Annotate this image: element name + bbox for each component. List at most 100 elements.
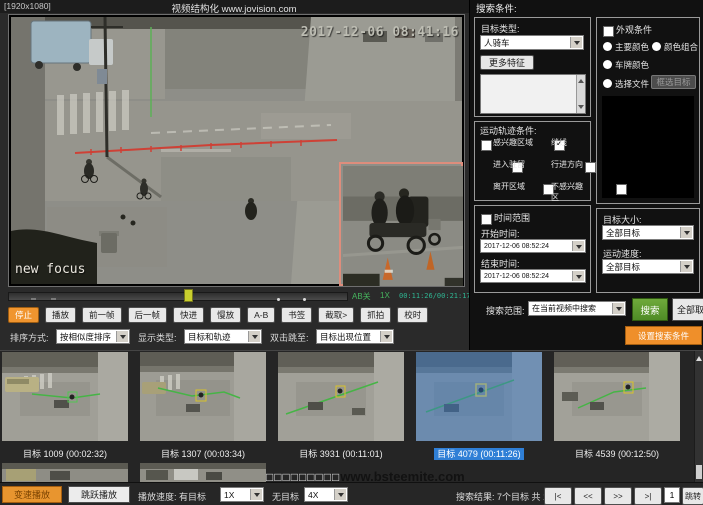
- jump-page-button[interactable]: 跳转: [682, 487, 703, 505]
- more-features-button[interactable]: 更多特征: [480, 55, 534, 70]
- pick-target-button[interactable]: 框选目标: [651, 75, 696, 89]
- color-combo-radio[interactable]: [652, 42, 661, 51]
- target-type-select[interactable]: 人骑车: [480, 35, 584, 50]
- camera-name-osd: new focus: [15, 262, 85, 277]
- direction-checkbox[interactable]: [585, 162, 596, 173]
- results-scrollbar[interactable]: [694, 351, 703, 483]
- bookmark-dot: [303, 298, 306, 301]
- stop-button[interactable]: 停止: [8, 307, 39, 323]
- bookmark-dot: [277, 298, 280, 301]
- search-button[interactable]: 搜索: [632, 298, 668, 321]
- result-thumbnail-5[interactable]: [554, 352, 680, 441]
- time-sync-button[interactable]: 校时: [397, 307, 428, 323]
- progress-slider-handle[interactable]: [184, 289, 193, 302]
- video-player[interactable]: 2017-12-06 08:41:16 new focus: [8, 14, 465, 287]
- appearance-label: 外观条件: [616, 23, 652, 36]
- play-speed-label: 播放速度: 有目标: [138, 490, 206, 503]
- progress-track[interactable]: [8, 292, 348, 301]
- window-title: 视频结构化 www.jovision.com: [0, 1, 468, 15]
- result-thumbnail-3[interactable]: [278, 352, 404, 441]
- listbox-scrollbar[interactable]: [576, 75, 585, 113]
- playback-speed-status: 1X: [380, 291, 390, 300]
- double-click-jump-select[interactable]: 目标出现位置: [316, 329, 394, 344]
- display-options-row: 排序方式: 按相似度排序 显示类型: 目标和轨迹 双击跳至: 目标出现位置: [8, 328, 465, 346]
- choose-file-radio[interactable]: [603, 79, 612, 88]
- thumbnail-scene: [140, 352, 266, 441]
- thumbnail-scene: [554, 352, 680, 441]
- target-type-label: 目标类型:: [481, 22, 520, 35]
- end-time-select[interactable]: 2017-12-06 08:52:24: [480, 269, 586, 283]
- player-toolbar: 停止 播放 前一帧 后一帧 快进 慢放 A-B 书签 截取> 抓拍 校时: [8, 305, 465, 325]
- result-label-wrap: 目标 4079 (00:11:26): [416, 444, 542, 462]
- choose-file-label: 选择文件: [615, 78, 649, 90]
- scroll-up-icon[interactable]: [696, 353, 702, 361]
- ab-repeat-button[interactable]: A-B: [247, 307, 275, 323]
- result-thumbnail-4[interactable]: [416, 352, 542, 441]
- display-type-label: 显示类型:: [138, 331, 177, 344]
- main-color-label: 主要颜色: [615, 41, 649, 53]
- first-page-button[interactable]: |<: [544, 487, 572, 505]
- prev-frame-button[interactable]: 前一帧: [82, 307, 122, 323]
- result-thumbnail-6[interactable]: [2, 463, 128, 483]
- result-label-5[interactable]: 目标 4539 (00:12:50): [572, 448, 662, 460]
- chevron-down-icon: [250, 489, 262, 500]
- skip-play-button[interactable]: 跳跃播放: [68, 486, 130, 503]
- time-range-checkbox[interactable]: [481, 214, 492, 225]
- result-label-wrap: 目标 3931 (00:11:01): [278, 444, 404, 462]
- result-label-wrap: 目标 1307 (00:03:34): [140, 444, 266, 462]
- appearance-group: 外观条件 主要颜色 颜色组合 车牌颜色 选择文件 框选目标: [596, 17, 700, 204]
- result-thumbnail-7[interactable]: [140, 463, 266, 483]
- inset-scene: [343, 166, 463, 286]
- progress-tick: [51, 298, 56, 300]
- chevron-down-icon: [570, 37, 582, 48]
- start-time-select[interactable]: 2017-12-06 08:52:24: [480, 239, 586, 253]
- result-thumbnail-1[interactable]: [2, 352, 128, 441]
- selection-overlay: [416, 352, 542, 441]
- next-frame-button[interactable]: 后一帧: [128, 307, 168, 323]
- set-search-conditions-button[interactable]: 设置搜索条件: [625, 326, 702, 345]
- capture-button[interactable]: 截取>: [318, 307, 354, 323]
- search-conditions-header: 搜索条件:: [476, 1, 517, 15]
- last-page-button[interactable]: >|: [634, 487, 662, 505]
- result-label-2[interactable]: 目标 1307 (00:03:34): [158, 448, 248, 460]
- sort-mode-select[interactable]: 按相似度排序: [56, 329, 130, 344]
- cancel-all-button[interactable]: 全部取消: [672, 298, 703, 321]
- time-range-group: 时间范围 开始时间: 2017-12-06 08:52:24 结束时间: 201…: [474, 205, 591, 293]
- no-target-speed-select[interactable]: 4X: [304, 487, 348, 502]
- target-size-select[interactable]: 全部目标: [602, 225, 694, 240]
- page-number-input[interactable]: [664, 487, 680, 503]
- motion-speed-select[interactable]: 全部目标: [602, 259, 694, 274]
- target-type-group: 目标类型: 人骑车 更多特征: [474, 17, 591, 117]
- bookmark-button[interactable]: 书签: [281, 307, 312, 323]
- display-type-select[interactable]: 目标和轨迹: [184, 329, 262, 344]
- play-button[interactable]: 播放: [45, 307, 76, 323]
- variable-speed-button[interactable]: 变速播放: [2, 486, 62, 503]
- chevron-down-icon: [680, 261, 692, 272]
- prev-page-button[interactable]: <<: [574, 487, 602, 505]
- search-scope-select[interactable]: 在当前视频中搜索: [528, 301, 626, 316]
- fast-forward-button[interactable]: 快进: [173, 307, 204, 323]
- tripwire-label: 绊线: [551, 137, 567, 148]
- roi-checkbox[interactable]: [481, 140, 492, 151]
- with-target-speed-select[interactable]: 1X: [220, 487, 264, 502]
- snapshot-button[interactable]: 抓拍: [360, 307, 391, 323]
- result-label-1[interactable]: 目标 1009 (00:02:32): [20, 448, 110, 460]
- non-roi-checkbox[interactable]: [616, 184, 627, 195]
- plate-color-radio[interactable]: [603, 60, 612, 69]
- result-thumbnail-2[interactable]: [140, 352, 266, 441]
- color-preview-area: [602, 96, 694, 198]
- chevron-down-icon: [680, 227, 692, 238]
- appearance-checkbox[interactable]: [603, 26, 614, 37]
- scrollbar-handle[interactable]: [696, 465, 702, 479]
- slow-play-button[interactable]: 慢放: [210, 307, 241, 323]
- sort-mode-label: 排序方式:: [10, 331, 49, 344]
- feature-listbox[interactable]: [480, 74, 586, 114]
- chevron-down-icon: [380, 331, 392, 342]
- non-roi-label: 不感兴趣区: [551, 181, 590, 203]
- result-label-3[interactable]: 目标 3931 (00:11:01): [296, 448, 385, 460]
- result-label-4[interactable]: 目标 4079 (00:11:26): [434, 448, 523, 460]
- next-page-button[interactable]: >>: [604, 487, 632, 505]
- search-conditions-panel: 搜索条件: 目标类型: 人骑车 更多特征 外观条件 主要颜色 颜色组合 车牌颜色…: [469, 0, 703, 350]
- time-range-label: 时间范围: [494, 211, 530, 224]
- main-color-radio[interactable]: [603, 42, 612, 51]
